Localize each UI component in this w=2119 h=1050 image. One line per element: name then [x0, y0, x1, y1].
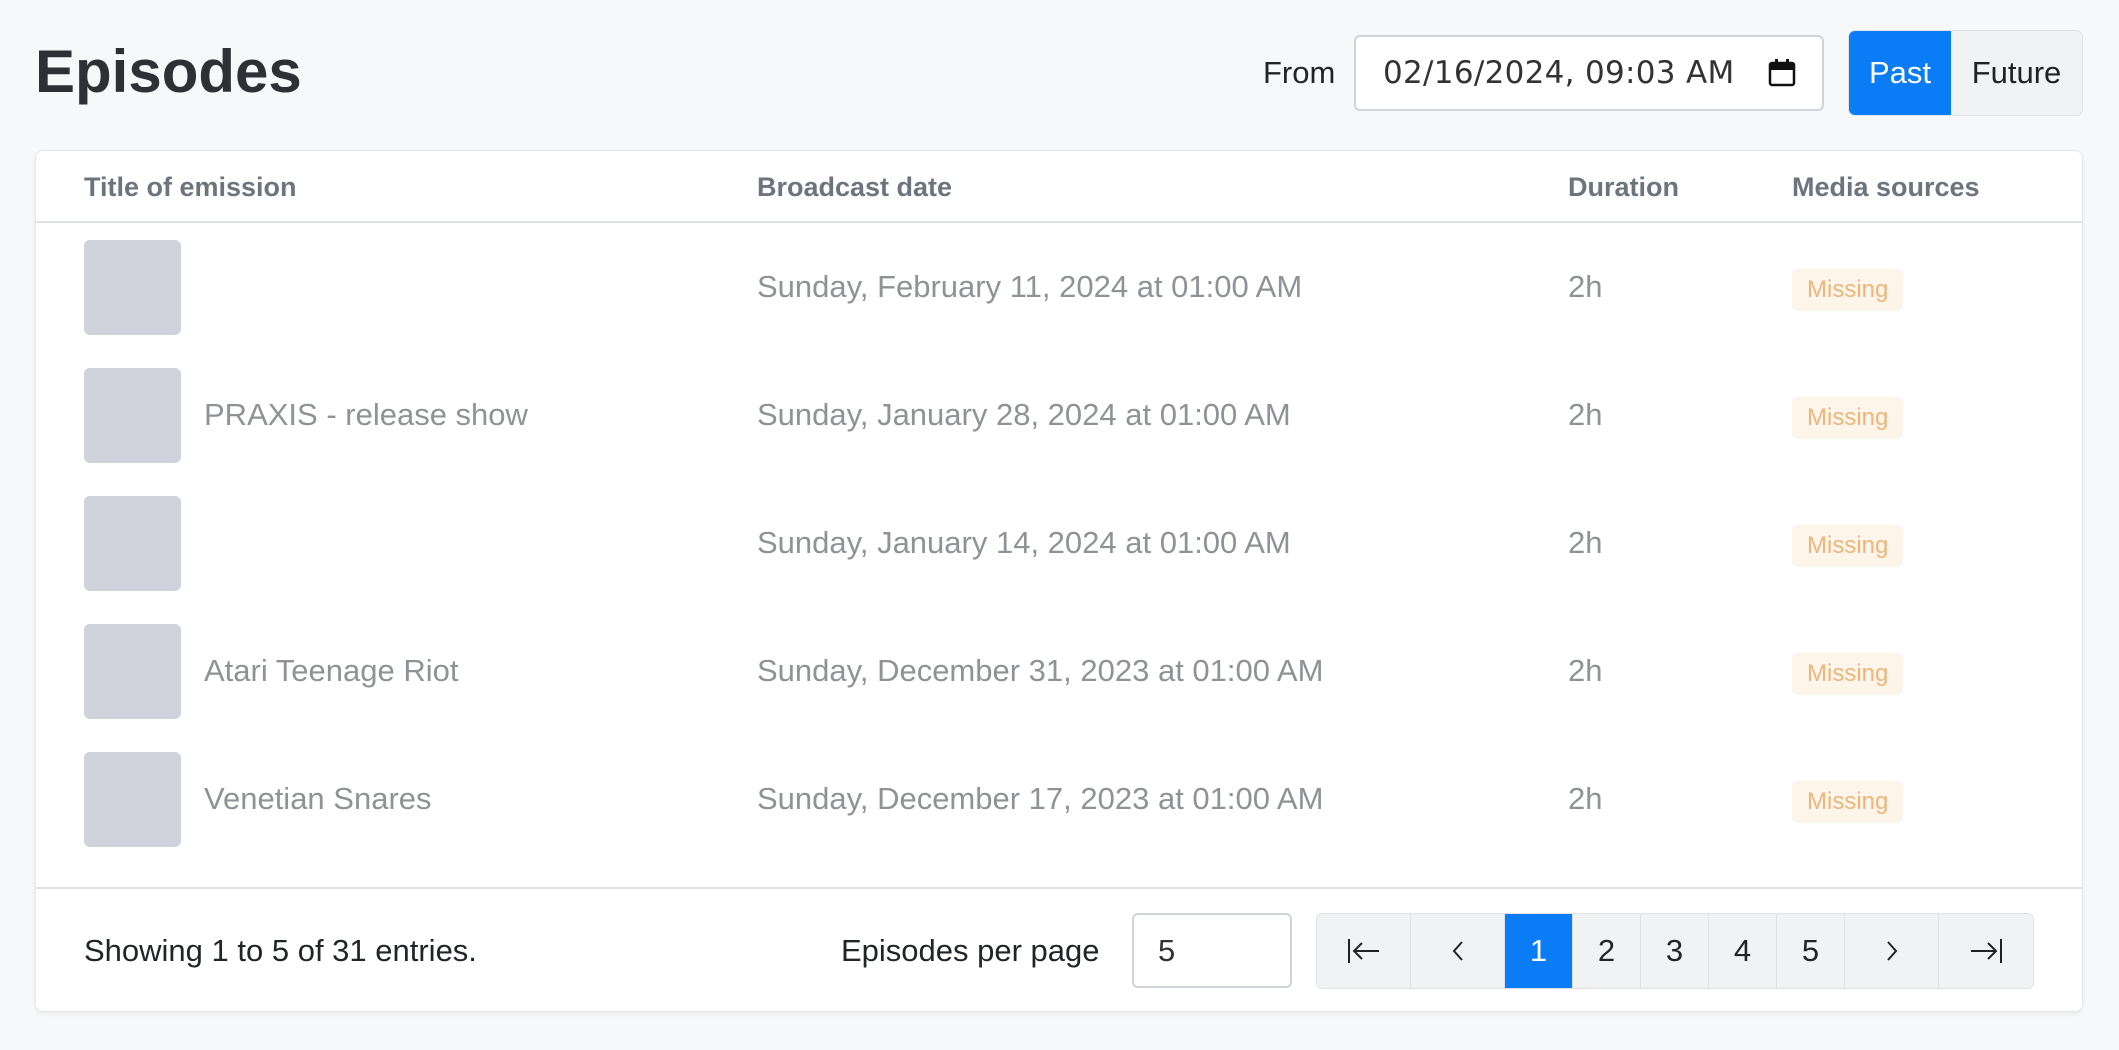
page-button-3[interactable]: 3: [1641, 914, 1709, 988]
first-page-button[interactable]: [1317, 914, 1411, 988]
duration: 2h: [1568, 653, 1603, 688]
last-page-button[interactable]: [1939, 914, 2033, 988]
page-button-2[interactable]: 2: [1573, 914, 1641, 988]
pagination: 1 2 3 4 5: [1316, 913, 2034, 989]
next-page-button[interactable]: [1845, 914, 1939, 988]
column-header-title[interactable]: Title of emission: [84, 169, 297, 205]
broadcast-date: Sunday, February 11, 2024 at 01:00 AM: [757, 269, 1303, 304]
chevron-right-icon: [1886, 941, 1897, 961]
page-button-5[interactable]: 5: [1777, 914, 1845, 988]
from-label: From: [1263, 55, 1336, 90]
table-row[interactable]: PRAXIS - release show Sunday, January 28…: [36, 351, 2082, 479]
episode-title[interactable]: Atari Teenage Riot: [204, 651, 458, 691]
from-date-input[interactable]: 02/16/2024, 09:03 AM: [1354, 35, 1824, 111]
table-row[interactable]: Atari Teenage Riot Sunday, December 31, …: [36, 607, 2082, 735]
last-page-icon: [1971, 939, 2002, 963]
page-title: Episodes: [35, 38, 302, 105]
previous-page-button[interactable]: [1411, 914, 1505, 988]
episode-thumbnail: [84, 368, 181, 463]
first-page-icon: [1347, 939, 1379, 963]
page-button-4[interactable]: 4: [1709, 914, 1777, 988]
media-status-badge: Missing: [1792, 269, 1904, 311]
per-page-label: Episodes per page: [841, 933, 1100, 968]
episode-thumbnail: [84, 240, 181, 335]
past-button[interactable]: Past: [1849, 31, 1951, 115]
column-header-broadcast-date[interactable]: Broadcast date: [757, 169, 952, 205]
media-status-badge: Missing: [1792, 781, 1904, 823]
duration: 2h: [1568, 525, 1603, 560]
duration: 2h: [1568, 781, 1603, 816]
media-status-badge: Missing: [1792, 397, 1904, 439]
past-future-toggle: Past Future: [1848, 30, 2083, 116]
episode-title[interactable]: PRAXIS - release show: [204, 395, 528, 435]
entries-summary: Showing 1 to 5 of 31 entries.: [84, 933, 477, 968]
column-header-media-sources[interactable]: Media sources: [1792, 169, 1980, 205]
broadcast-date: Sunday, December 31, 2023 at 01:00 AM: [757, 653, 1324, 688]
chevron-left-icon: [1452, 941, 1463, 961]
episode-thumbnail: [84, 624, 181, 719]
table-header: Title of emission Broadcast date Duratio…: [36, 151, 2082, 223]
broadcast-date: Sunday, December 17, 2023 at 01:00 AM: [757, 781, 1324, 816]
duration: 2h: [1568, 269, 1603, 304]
episode-title[interactable]: Venetian Snares: [204, 779, 432, 819]
episodes-table-card: Title of emission Broadcast date Duratio…: [35, 150, 2083, 1012]
media-status-badge: Missing: [1792, 653, 1904, 695]
future-button[interactable]: Future: [1951, 31, 2082, 115]
table-footer: Showing 1 to 5 of 31 entries. Episodes p…: [36, 887, 2082, 1013]
column-header-duration[interactable]: Duration: [1568, 169, 1679, 205]
broadcast-date: Sunday, January 28, 2024 at 01:00 AM: [757, 397, 1291, 432]
episode-thumbnail: [84, 752, 181, 847]
table-row[interactable]: Venetian Snares Sunday, December 17, 202…: [36, 735, 2082, 863]
page-button-1[interactable]: 1: [1505, 914, 1573, 988]
from-date-value: 02/16/2024, 09:03 AM: [1383, 55, 1735, 91]
broadcast-date: Sunday, January 14, 2024 at 01:00 AM: [757, 525, 1291, 560]
calendar-icon[interactable]: [1768, 59, 1796, 87]
episode-thumbnail: [84, 496, 181, 591]
per-page-input[interactable]: 5: [1132, 913, 1292, 988]
table-row[interactable]: Sunday, January 14, 2024 at 01:00 AM 2h …: [36, 479, 2082, 607]
duration: 2h: [1568, 397, 1603, 432]
table-row[interactable]: Sunday, February 11, 2024 at 01:00 AM 2h…: [36, 223, 2082, 351]
media-status-badge: Missing: [1792, 525, 1904, 567]
